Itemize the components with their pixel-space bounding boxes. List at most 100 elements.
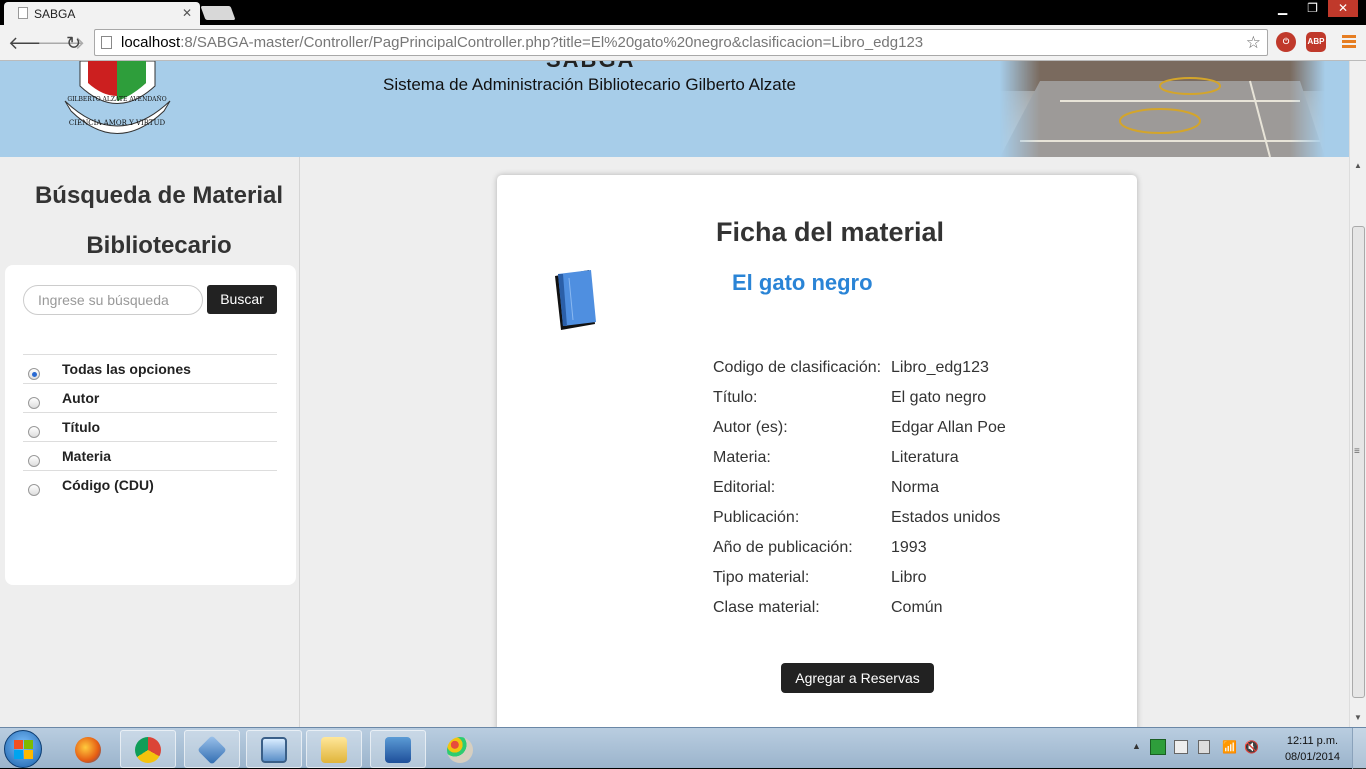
detail-row: Codigo de clasificación: Libro_edg123 [713, 353, 1006, 383]
firefox-icon[interactable] [60, 730, 116, 768]
clock-date: 08/01/2014 [1284, 751, 1340, 763]
detail-row: Año de publicación: 1993 [713, 533, 1006, 563]
detail-row: Autor (es): Edgar Allan Poe [713, 413, 1006, 443]
detail-value: El gato negro [891, 389, 987, 406]
sidebar-title-line1: Búsqueda de Material [34, 182, 284, 209]
radio-button[interactable] [28, 426, 40, 438]
new-tab-button[interactable] [200, 6, 236, 20]
option-label: Código (CDU) [62, 477, 154, 493]
virtualbox-icon[interactable] [184, 730, 240, 768]
network-icon[interactable]: 📶 [1222, 740, 1237, 754]
material-card: Ficha del material El gato negro Codigo … [497, 175, 1137, 727]
paint-icon[interactable] [432, 730, 488, 768]
book-title: El gato negro [732, 270, 873, 295]
browser-titlebar: SABGA ✕ ▁ ❐ ✕ [0, 0, 1366, 25]
sidebar-title: Búsqueda de Material Bibliotecario [0, 171, 318, 271]
search-sidebar: Búsqueda de Material Bibliotecario Ingre… [0, 157, 300, 727]
radio-button[interactable] [28, 397, 40, 409]
option-label: Todas las opciones [62, 361, 191, 377]
minimize-icon[interactable]: ▁ [1268, 0, 1297, 17]
detail-value: Libro_edg123 [891, 359, 989, 376]
adblock-plus-icon[interactable]: ABP [1306, 32, 1326, 52]
detail-value: Norma [891, 479, 940, 496]
detail-value: 1993 [891, 539, 927, 556]
restore-icon[interactable]: ❐ [1297, 0, 1328, 17]
radio-button[interactable] [28, 484, 40, 496]
bookmark-star-icon[interactable]: ☆ [1246, 30, 1261, 55]
detail-row: Clase material: Común [713, 593, 1006, 623]
detail-value: Literatura [891, 449, 959, 466]
scrollbar-thumb[interactable] [1352, 226, 1365, 698]
close-window-icon[interactable]: ✕ [1327, 0, 1358, 17]
chrome-icon[interactable] [120, 730, 176, 768]
option-titulo[interactable]: Título [23, 412, 277, 441]
app-name: SABGA [546, 61, 635, 73]
detail-value: Estados unidos [891, 509, 1001, 526]
detail-value: Edgar Allan Poe [891, 419, 1006, 436]
device-icon[interactable] [1198, 740, 1210, 754]
detail-row: Editorial: Norma [713, 473, 1006, 503]
search-button[interactable]: Buscar [207, 285, 277, 314]
search-panel: Ingrese su búsqueda Buscar Todas las opc… [5, 265, 296, 585]
search-input[interactable]: Ingrese su búsqueda [23, 285, 203, 315]
material-details: Codigo de clasificación: Libro_edg123 Tít… [713, 353, 1006, 623]
detail-key: Tipo material: [713, 569, 810, 586]
action-center-icon[interactable] [1174, 740, 1188, 754]
scroll-down-icon[interactable]: ▼ [1354, 713, 1362, 722]
book-icon [555, 270, 596, 330]
detail-row: Publicación: Estados unidos [713, 503, 1006, 533]
site-subtitle: Sistema de Administración Bibliotecario … [383, 75, 796, 94]
option-codigo[interactable]: Código (CDU) [23, 470, 277, 499]
detail-key: Autor (es): [713, 419, 788, 436]
file-explorer-icon[interactable] [306, 730, 362, 768]
detail-row: Título: El gato negro [713, 383, 1006, 413]
app-tray-icon[interactable] [1150, 739, 1166, 755]
option-label: Título [62, 419, 101, 435]
option-autor[interactable]: Autor [23, 383, 277, 412]
logo-text-bottom: CIENCIA AMOR Y VIRTUD [69, 119, 166, 127]
url-path: :8/SABGA-master/Controller/PagPrincipalC… [180, 34, 924, 51]
sidebar-title-line2: Bibliotecario [86, 232, 232, 259]
radio-button[interactable] [28, 368, 40, 380]
close-tab-icon[interactable]: ✕ [182, 6, 192, 20]
detail-key: Título: [713, 389, 758, 406]
window-controls: ▁ ❐ ✕ [1268, 0, 1358, 17]
web-page: GILBERTO ALZATE AVENDAÑO CIENCIA AMOR Y … [0, 61, 1349, 727]
address-bar[interactable]: localhost:8/SABGA-master/Controller/PagP… [94, 29, 1268, 56]
detail-key: Publicación: [713, 509, 800, 526]
scroll-up-icon[interactable]: ▲ [1354, 161, 1362, 170]
option-label: Autor [62, 390, 100, 406]
detail-key: Materia: [713, 449, 771, 466]
power-extension-icon[interactable]: ⏻ [1276, 32, 1296, 52]
start-button[interactable] [4, 730, 42, 768]
scroll-grip-icon: ≡ [1354, 446, 1360, 457]
system-tray: ▲ 📶 🔇 12:11 p.m. 08/01/2014 [1126, 728, 1366, 769]
chrome-menu-icon[interactable] [1342, 35, 1356, 50]
remote-desktop-icon[interactable] [246, 730, 302, 768]
page-icon [101, 36, 112, 49]
windows-taskbar: ▲ 📶 🔇 12:11 p.m. 08/01/2014 [0, 727, 1366, 769]
option-label: Materia [62, 448, 112, 464]
clock[interactable]: 12:11 p.m. 08/01/2014 [1285, 733, 1340, 765]
page-icon [18, 7, 28, 19]
add-to-reservations-button[interactable]: Agregar a Reservas [781, 663, 934, 693]
detail-value: Común [891, 599, 943, 616]
show-hidden-icons[interactable]: ▲ [1132, 741, 1141, 751]
tab-title: SABGA [34, 7, 76, 21]
detail-row: Materia: Literatura [713, 443, 1006, 473]
logo-text-top: GILBERTO ALZATE AVENDAÑO [67, 95, 166, 103]
radio-button[interactable] [28, 455, 40, 467]
vertical-scrollbar[interactable]: ▲ ≡ ▼ [1349, 61, 1366, 727]
reload-icon[interactable]: ↻ [66, 33, 81, 54]
url-host: localhost [121, 34, 181, 51]
show-desktop-button[interactable] [1352, 728, 1366, 769]
browser-tab[interactable]: SABGA ✕ [4, 2, 200, 25]
option-todas[interactable]: Todas las opciones [23, 354, 277, 383]
card-heading: Ficha del material [715, 217, 945, 247]
detail-key: Codigo de clasificación: [713, 359, 882, 376]
clock-time: 12:11 p.m. [1286, 735, 1339, 747]
word-icon[interactable] [370, 730, 426, 768]
detail-key: Editorial: [713, 479, 776, 496]
volume-muted-icon[interactable]: 🔇 [1244, 740, 1259, 754]
option-materia[interactable]: Materia [23, 441, 277, 470]
